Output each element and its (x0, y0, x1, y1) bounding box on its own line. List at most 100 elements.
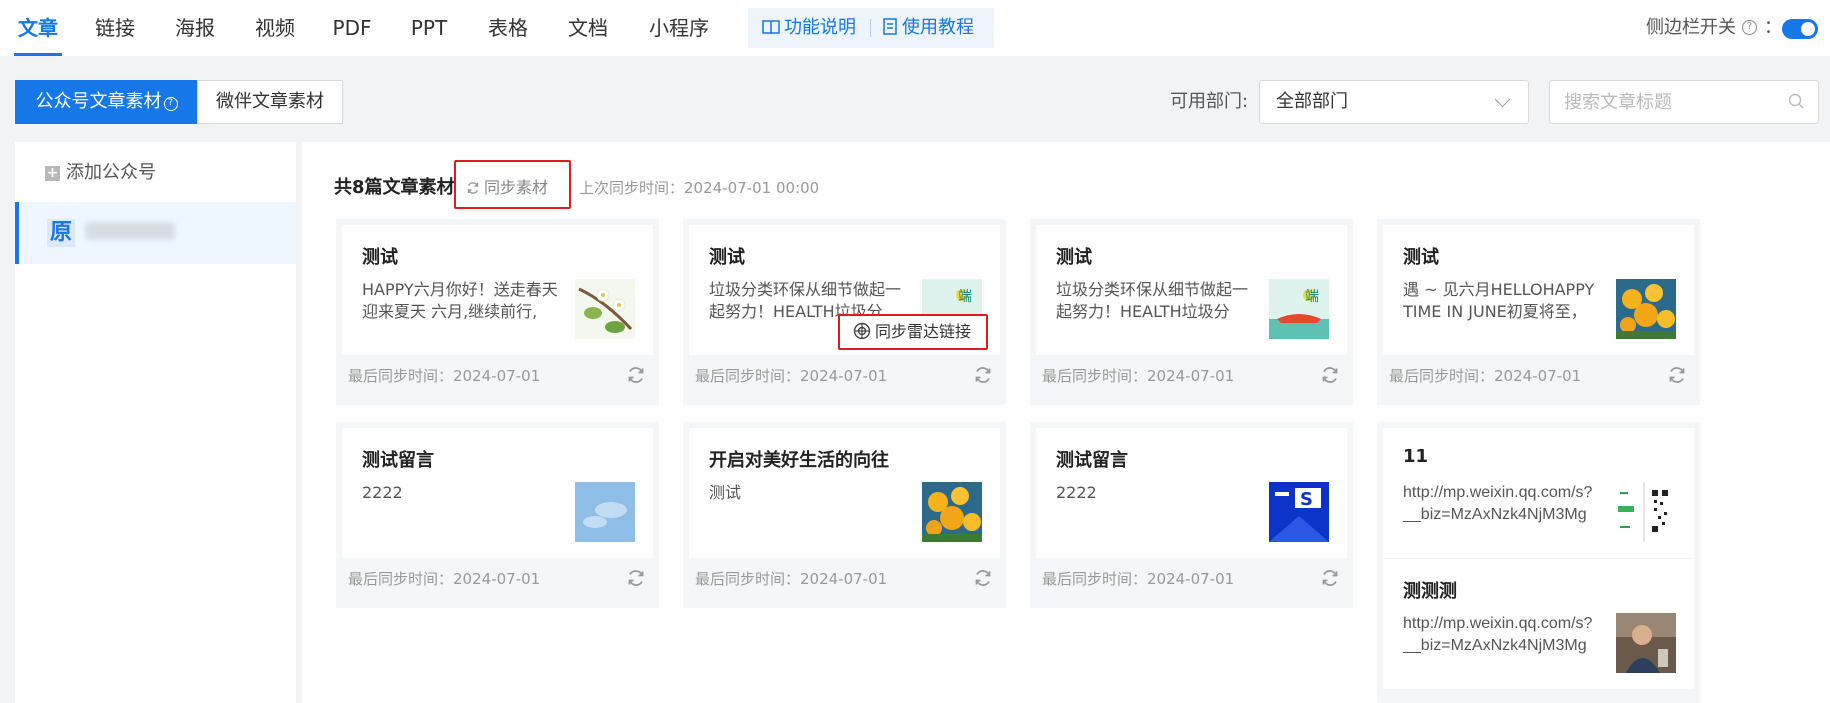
svg-text:端: 端 (958, 289, 972, 305)
card-title: 测试留言 (362, 450, 434, 471)
info-icon: ? (163, 97, 178, 111)
tab-pdf[interactable]: PDF (326, 0, 378, 56)
tab-official-account-material[interactable]: 公众号文章素材? (15, 80, 198, 124)
feature-help-button[interactable]: 功能说明 (762, 8, 856, 48)
card-body[interactable]: 测试 HAPPY六月你好！送走春天迎来夏天 六月,继续前行,新… (342, 225, 653, 355)
card-link: http://mp.weixin.qq.com/s?__biz=MzAxNzk4… (1403, 615, 1593, 654)
card-title: 测试 (1056, 247, 1092, 268)
card-desc: 遇 ~ 见六月HELLOHAPPY TIME IN JUNE初夏将至，开… (1403, 280, 1595, 321)
switch-knob (1801, 22, 1815, 36)
card-title: 测试 (709, 247, 745, 268)
tab-sheet[interactable]: 表格 (483, 0, 533, 56)
card-last-sync: 最后同步时间：2024-07-01 (695, 367, 888, 385)
card-desc: 垃圾分类环保从细节做起一起努力！HEALTH垃圾分类… (1056, 280, 1249, 321)
add-account-button[interactable]: + 添加公众号 (45, 156, 156, 190)
material-count: 共8篇文章素材 (334, 177, 455, 198)
dept-select[interactable]: 全部部门 (1259, 80, 1529, 124)
card-desc: HAPPY六月你好！送走春天迎来夏天 六月,继续前行,新… (362, 280, 558, 321)
account-avatar: 原 (47, 219, 75, 247)
account-item[interactable]: 原 (15, 202, 296, 264)
highlight-box (454, 160, 571, 209)
radar-icon (853, 322, 871, 340)
account-name-blurred (85, 222, 175, 240)
article-card[interactable]: 测试遇 ~ 见六月HELLOHAPPY TIME IN JUNE初夏将至，开… 最… (1377, 219, 1700, 405)
sync-icon[interactable] (973, 365, 993, 385)
card-body[interactable]: 测试垃圾分类环保从细节做起一起努力！HEALTH垃圾分类… 端 (1036, 225, 1347, 355)
document-icon (883, 18, 897, 35)
tab-article[interactable]: 文章 (12, 0, 64, 56)
tab-video[interactable]: 视频 (250, 0, 300, 56)
question-icon[interactable]: ? (1742, 20, 1757, 35)
tab-miniprogram[interactable]: 小程序 (644, 0, 714, 56)
last-sync-time: 上次同步时间：2024-07-01 00:00 (579, 179, 820, 197)
yellow-flowers-thumbnail (1616, 279, 1676, 339)
tab-official-label: 公众号文章素材 (35, 91, 162, 112)
tab-link[interactable]: 链接 (90, 0, 140, 56)
add-account-label: 添加公众号 (66, 162, 156, 183)
feature-help-label: 功能说明 (784, 17, 856, 38)
article-list-item[interactable]: 测测测 http://mp.weixin.qq.com/s?__biz=MzAxN… (1383, 559, 1694, 689)
article-card[interactable]: 测试 HAPPY六月你好！送走春天迎来夏天 六月,继续前行,新… 最后同步时间：20… (336, 219, 659, 405)
card-last-sync: 最后同步时间：2024-07-01 (695, 570, 888, 588)
dept-filter-label: 可用部门: (1170, 91, 1249, 112)
help-separator (870, 19, 871, 37)
sync-radar-link-label: 同步雷达链接 (875, 322, 972, 341)
search-input[interactable] (1564, 81, 1774, 123)
card-desc: 2222 (1056, 483, 1097, 502)
tab-ppt[interactable]: PPT (404, 0, 454, 56)
article-card[interactable]: 测试留言 2222 最后同步时间：2024-07-01 (336, 422, 659, 608)
search-icon[interactable] (1788, 93, 1804, 109)
active-tab-indicator (14, 53, 62, 56)
card-body[interactable]: 测试遇 ~ 见六月HELLOHAPPY TIME IN JUNE初夏将至，开… (1383, 225, 1694, 355)
tutorial-label: 使用教程 (902, 17, 974, 38)
card-last-sync: 最后同步时间：2024-07-01 (348, 367, 541, 385)
photo-thumbnail (1616, 613, 1676, 673)
sidebar-toggle-label: 侧边栏开关 (1646, 17, 1736, 38)
sync-icon[interactable] (1320, 568, 1340, 588)
yellow-flowers-thumbnail (922, 482, 982, 542)
article-card[interactable]: 开启对美好生活的向往 测试最后同步时间：2024-07-01 (683, 422, 1006, 608)
card-link: http://mp.weixin.qq.com/s?__biz=MzAxNzk4… (1403, 484, 1593, 523)
card-last-sync: 最后同步时间：2024-07-01 (1042, 367, 1235, 385)
card-body[interactable]: 测试留言 2222 S (1036, 428, 1347, 558)
qr-code-thumbnail (1616, 482, 1676, 542)
tab-wecom-material[interactable]: 微伴文章素材 (197, 80, 343, 124)
tab-poster[interactable]: 海报 (170, 0, 220, 56)
tutorial-button[interactable]: 使用教程 (882, 8, 974, 48)
top-nav: 文章 链接 海报 视频 PDF PPT 表格 文档 小程序 功能说明 使用教程 … (0, 0, 1830, 56)
chevron-down-icon (1494, 91, 1511, 108)
sidebar-switch[interactable] (1782, 19, 1818, 39)
search-box (1549, 80, 1819, 124)
plus-icon: + (45, 165, 60, 181)
article-card[interactable]: 测试垃圾分类环保从细节做起一起努力！HEALTH垃圾分类… 端最后同步时间：202… (1030, 219, 1353, 405)
sync-icon[interactable] (973, 568, 993, 588)
article-card[interactable]: 测试垃圾分类环保从细节做起一起努力！HEALTH垃圾分类…端最后同步时间：202… (683, 219, 1006, 405)
account-sidebar: + 添加公众号 原 (15, 142, 296, 703)
card-desc: 2222 (362, 483, 403, 502)
dragon-boat-thumbnail: 端 (1269, 279, 1329, 339)
card-title: 测试留言 (1056, 450, 1128, 471)
card-body[interactable]: 测试留言 2222 (342, 428, 653, 558)
article-list-item[interactable]: 11 http://mp.weixin.qq.com/s?__biz=MzAxNz… (1383, 428, 1694, 558)
card-desc: 测试 (709, 483, 742, 502)
svg-text:S: S (1300, 489, 1313, 510)
card-last-sync: 最后同步时间：2024-07-01 (1042, 570, 1235, 588)
article-group-card[interactable]: 11 http://mp.weixin.qq.com/s?__biz=MzAxNz… (1377, 422, 1700, 703)
sync-icon[interactable] (1667, 365, 1687, 385)
sync-radar-link-tooltip[interactable]: 同步雷达链接 (838, 314, 988, 350)
card-title: 测测测 (1403, 581, 1457, 602)
tab-doc[interactable]: 文档 (563, 0, 613, 56)
blue-logo-thumbnail: S (1269, 482, 1329, 542)
card-last-sync: 最后同步时间：2024-07-01 (348, 570, 541, 588)
sync-icon[interactable] (626, 365, 646, 385)
sync-icon[interactable] (626, 568, 646, 588)
card-last-sync: 最后同步时间：2024-07-01 (1389, 367, 1582, 385)
sync-icon[interactable] (1320, 365, 1340, 385)
dept-select-value: 全部部门 (1276, 91, 1348, 112)
card-title: 测试 (362, 247, 398, 268)
article-card[interactable]: 测试留言 2222 S 最后同步时间：2024-07-01 (1030, 422, 1353, 608)
sky-thumbnail (575, 482, 635, 542)
card-body[interactable]: 开启对美好生活的向往 测试 (689, 428, 1000, 558)
card-title: 11 (1403, 446, 1429, 467)
toggle-colon: ： (1764, 17, 1782, 38)
